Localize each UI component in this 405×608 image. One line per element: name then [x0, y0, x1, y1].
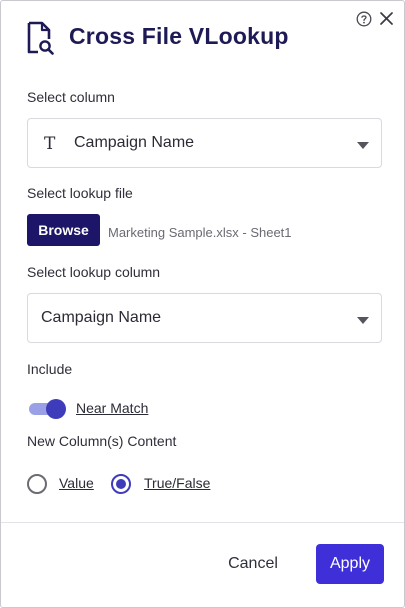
- chevron-down-icon: [357, 142, 369, 149]
- lookup-column-value: Campaign Name: [41, 309, 162, 326]
- select-column-dropdown[interactable]: T Campaign Name: [27, 118, 382, 168]
- lookup-column-dropdown[interactable]: Campaign Name: [27, 293, 382, 343]
- cancel-button[interactable]: Cancel: [217, 547, 289, 581]
- value-radio-label[interactable]: Value: [59, 475, 94, 491]
- select-lookup-file-label: Select lookup file: [27, 185, 133, 201]
- new-column-content-label: New Column(s) Content: [27, 433, 177, 449]
- footer-divider: [1, 522, 404, 523]
- toggle-knob: [46, 399, 66, 419]
- true-false-radio-label[interactable]: True/False: [144, 475, 210, 491]
- close-icon[interactable]: [379, 11, 394, 26]
- cross-file-vlookup-dialog: Cross File VLookup Select column T Campa…: [0, 0, 405, 608]
- text-type-icon: T: [44, 134, 56, 154]
- browse-button[interactable]: Browse: [27, 214, 100, 246]
- help-circle-icon[interactable]: [356, 11, 372, 27]
- near-match-toggle[interactable]: [28, 399, 68, 419]
- chevron-down-icon: [357, 317, 369, 324]
- selected-file-name: Marketing Sample.xlsx - Sheet1: [108, 225, 292, 240]
- apply-button[interactable]: Apply: [316, 544, 384, 584]
- file-search-icon: [27, 21, 54, 55]
- value-radio[interactable]: [27, 474, 47, 494]
- dialog-title: Cross File VLookup: [69, 23, 289, 49]
- true-false-radio[interactable]: [111, 474, 131, 494]
- select-column-label: Select column: [27, 89, 115, 105]
- select-column-value: Campaign Name: [74, 134, 195, 151]
- select-lookup-column-label: Select lookup column: [27, 264, 161, 280]
- include-label: Include: [27, 361, 73, 377]
- near-match-label[interactable]: Near Match: [76, 400, 148, 416]
